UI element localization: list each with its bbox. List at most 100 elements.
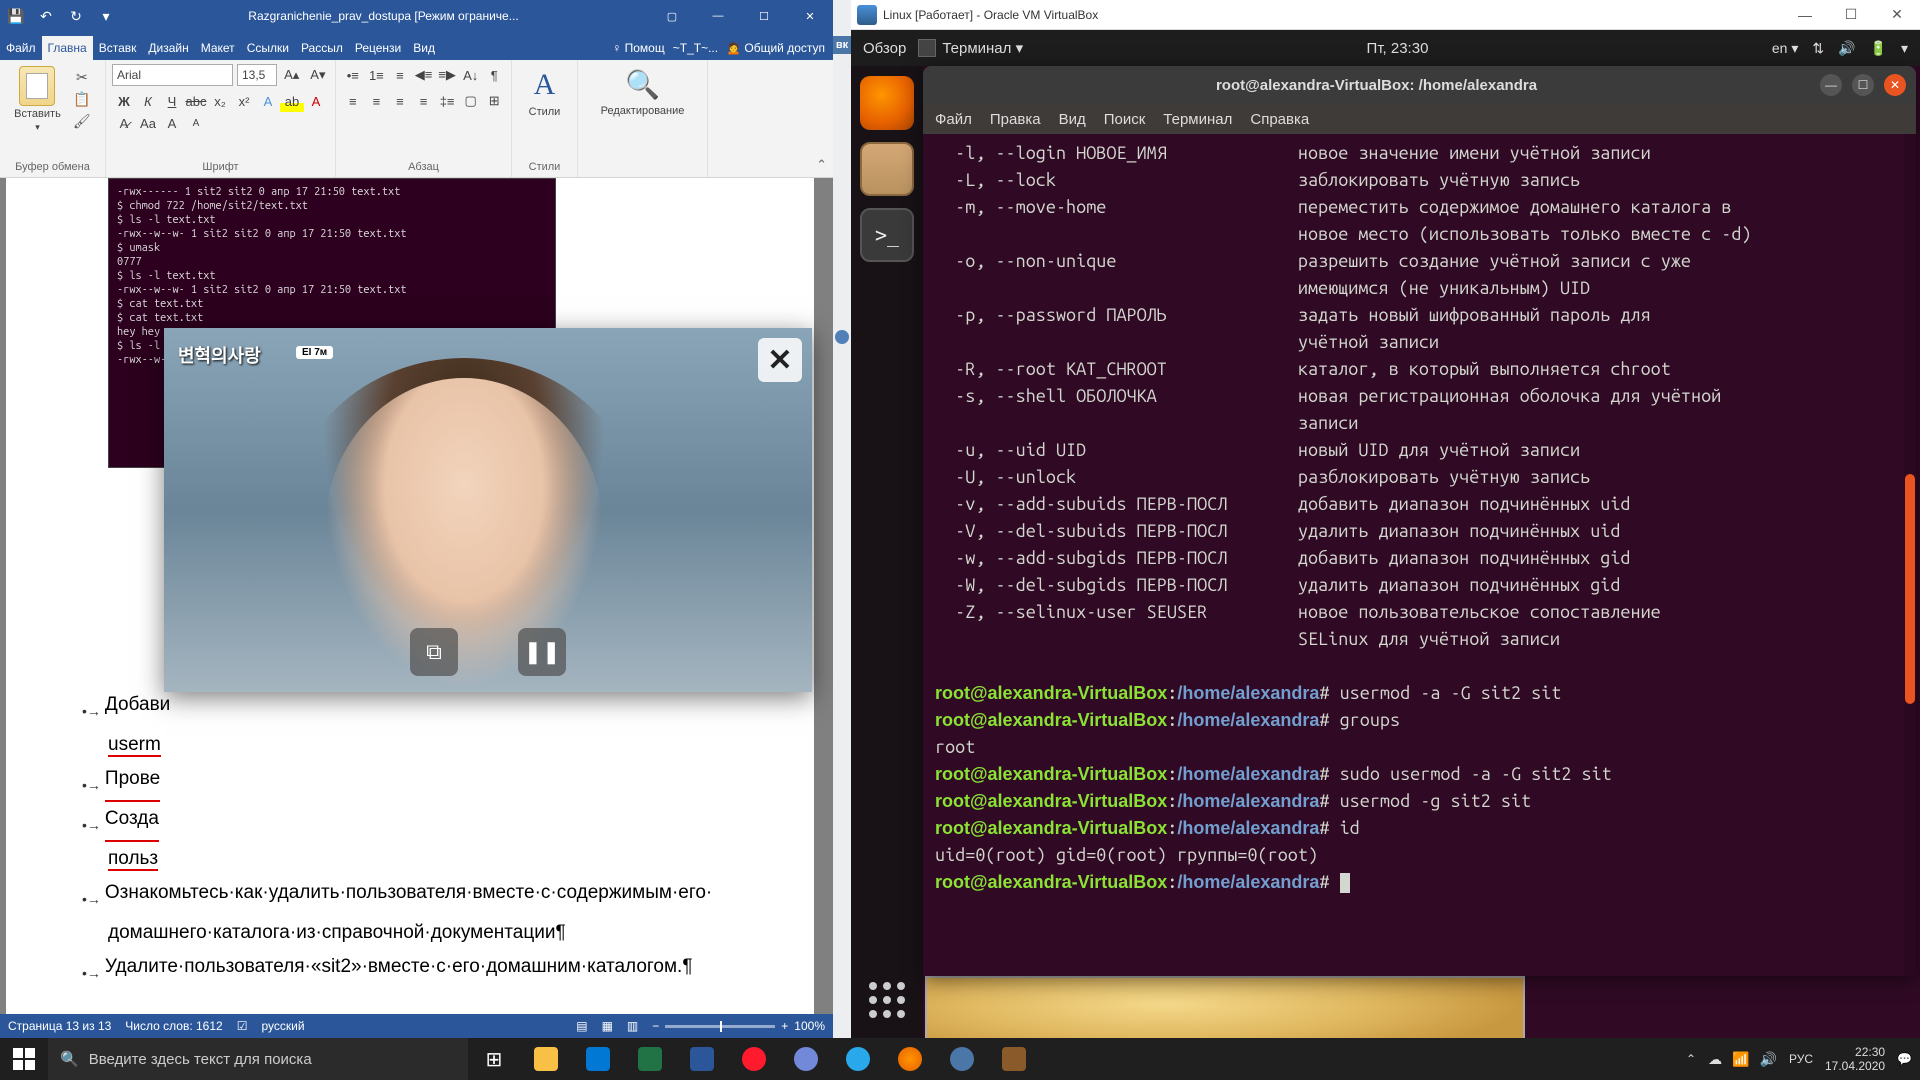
user-name[interactable]: ~T_T~... xyxy=(673,41,718,55)
font-name-select[interactable]: Arial xyxy=(112,64,233,86)
tab-home[interactable]: Главна xyxy=(42,36,93,60)
menu-edit[interactable]: Правка xyxy=(990,111,1041,128)
power-icon[interactable]: ▾ xyxy=(1901,40,1908,57)
qat-more-icon[interactable]: ▾ xyxy=(94,4,118,28)
terminal-scrollbar[interactable] xyxy=(1904,134,1916,976)
term-minimize-icon[interactable]: — xyxy=(1820,74,1842,96)
term-close-icon[interactable]: ✕ xyxy=(1884,74,1906,96)
ribbon-options-icon[interactable]: ▢ xyxy=(649,0,695,32)
styles-icon[interactable]: A xyxy=(534,68,556,102)
text-effects-icon[interactable]: A xyxy=(256,90,280,112)
tab-layout[interactable]: Макет xyxy=(195,36,241,60)
tray-clock[interactable]: 22:30 17.04.2020 xyxy=(1825,1045,1885,1073)
paste-button[interactable]: Вставить xyxy=(14,108,61,120)
battery-icon[interactable]: 🔋 xyxy=(1870,40,1887,57)
sort-icon[interactable]: A↓ xyxy=(460,64,482,86)
pip-icon[interactable]: ⧉ xyxy=(410,628,458,676)
taskbar-discord-icon[interactable] xyxy=(780,1038,832,1080)
show-apps-icon[interactable] xyxy=(869,982,905,1018)
action-center-icon[interactable]: 💬 xyxy=(1897,1052,1912,1066)
tab-file[interactable]: Файл xyxy=(0,36,42,60)
numbering-icon[interactable]: 1≡ xyxy=(366,64,388,86)
align-left-icon[interactable]: ≡ xyxy=(342,90,364,112)
collapse-ribbon-icon[interactable]: ⌃ xyxy=(816,157,827,173)
maximize-icon[interactable]: ☐ xyxy=(741,0,787,32)
close-icon[interactable]: ✕ xyxy=(787,0,833,32)
paste-more-icon[interactable]: ▾ xyxy=(35,122,40,133)
menu-help[interactable]: Справка xyxy=(1250,111,1309,128)
taskbar-firefox-icon[interactable] xyxy=(884,1038,936,1080)
multilevel-icon[interactable]: ≡ xyxy=(389,64,411,86)
shading-icon[interactable]: ▢ xyxy=(460,90,482,112)
taskbar-excel-icon[interactable] xyxy=(624,1038,676,1080)
minimize-icon[interactable]: — xyxy=(695,0,741,32)
shrink-font-icon[interactable]: A▾ xyxy=(307,64,329,86)
tab-insert[interactable]: Вставк xyxy=(93,36,143,60)
share-button[interactable]: 🙍 Общий доступ xyxy=(726,41,825,55)
vbox-maximize-icon[interactable]: ☐ xyxy=(1828,0,1874,30)
menu-view[interactable]: Вид xyxy=(1059,111,1086,128)
shrink-font2-icon[interactable]: A xyxy=(184,112,208,134)
term-maximize-icon[interactable]: ☐ xyxy=(1852,74,1874,96)
cut-icon[interactable]: ✂ xyxy=(73,68,91,86)
paste-icon[interactable] xyxy=(19,66,55,106)
font-size-select[interactable]: 13,5 xyxy=(237,64,277,86)
taskbar-telegram-icon[interactable] xyxy=(832,1038,884,1080)
redo-icon[interactable]: ↻ xyxy=(64,4,88,28)
zoom-level[interactable]: 100% xyxy=(794,1019,825,1033)
dock-terminal-icon[interactable]: >_ xyxy=(860,208,914,262)
task-view-icon[interactable]: ⊞ xyxy=(468,1038,520,1080)
borders-icon[interactable]: ⊞ xyxy=(483,90,505,112)
word-count[interactable]: Число слов: 1612 xyxy=(125,1019,222,1033)
find-icon[interactable]: 🔍 xyxy=(625,68,660,101)
taskbar-mail-icon[interactable] xyxy=(572,1038,624,1080)
decrease-indent-icon[interactable]: ◀≡ xyxy=(413,64,435,86)
italic-button[interactable]: К xyxy=(136,90,160,112)
spellcheck-icon[interactable]: ☑ xyxy=(237,1019,248,1033)
vk-avatar-icon[interactable] xyxy=(835,330,849,344)
zoom-slider[interactable] xyxy=(665,1025,775,1028)
page-count[interactable]: Страница 13 из 13 xyxy=(8,1019,111,1033)
network-icon[interactable]: ⇅ xyxy=(1812,40,1824,57)
vbox-close-icon[interactable]: ✕ xyxy=(1874,0,1920,30)
app-menu[interactable]: Терминал ▾ xyxy=(918,39,1023,57)
justify-icon[interactable]: ≡ xyxy=(413,90,435,112)
vk-logo-icon[interactable]: вк xyxy=(833,36,851,54)
styles-button[interactable]: Стили xyxy=(529,106,561,118)
format-painter-icon[interactable]: 🖌 xyxy=(73,112,91,130)
taskbar-vk-icon[interactable] xyxy=(936,1038,988,1080)
tell-me[interactable]: ♀ Помощ xyxy=(612,41,664,55)
taskbar-opera-icon[interactable] xyxy=(728,1038,780,1080)
tab-view[interactable]: Вид xyxy=(407,36,441,60)
zoom-out-icon[interactable]: − xyxy=(652,1019,659,1033)
activities-button[interactable]: Обзор xyxy=(863,40,906,57)
taskbar-app-icon[interactable] xyxy=(988,1038,1040,1080)
tray-volume-icon[interactable]: 🔊 xyxy=(1760,1051,1777,1068)
undo-icon[interactable]: ↶ xyxy=(34,4,58,28)
tray-cloud-icon[interactable]: ☁ xyxy=(1708,1051,1722,1068)
subscript-button[interactable]: x₂ xyxy=(208,90,232,112)
grow-font-icon[interactable]: A▴ xyxy=(281,64,303,86)
zoom-in-icon[interactable]: + xyxy=(781,1019,788,1033)
menu-search[interactable]: Поиск xyxy=(1104,111,1146,128)
tray-lang[interactable]: РУС xyxy=(1789,1052,1813,1066)
tab-references[interactable]: Ссылки xyxy=(241,36,295,60)
grow-font2-icon[interactable]: A xyxy=(160,112,184,134)
read-mode-icon[interactable]: ▤ xyxy=(576,1019,587,1033)
clear-format-icon[interactable]: A̷ xyxy=(112,112,136,134)
editing-button[interactable]: Редактирование xyxy=(601,105,685,117)
print-layout-icon[interactable]: ▦ xyxy=(602,1019,613,1033)
underline-button[interactable]: Ч xyxy=(160,90,184,112)
tray-chevron-icon[interactable]: ⌃ xyxy=(1686,1052,1696,1066)
pause-icon[interactable]: ❚❚ xyxy=(518,628,566,676)
highlight-icon[interactable]: ab xyxy=(280,90,304,112)
line-spacing-icon[interactable]: ‡≡ xyxy=(436,90,458,112)
terminal-output[interactable]: -l, --login НОВОЕ_ИМЯ новое значение име… xyxy=(923,134,1916,902)
taskbar-word-icon[interactable] xyxy=(676,1038,728,1080)
volume-icon[interactable]: 🔊 xyxy=(1838,40,1855,57)
copy-icon[interactable]: 📋 xyxy=(73,90,91,108)
font-color-icon[interactable]: A xyxy=(304,90,328,112)
guest-screen[interactable]: Обзор Терминал ▾ Пт, 23:30 en ▾ ⇅ 🔊 🔋 ▾ … xyxy=(851,30,1920,1038)
taskbar-explorer-icon[interactable] xyxy=(520,1038,572,1080)
superscript-button[interactable]: x² xyxy=(232,90,256,112)
